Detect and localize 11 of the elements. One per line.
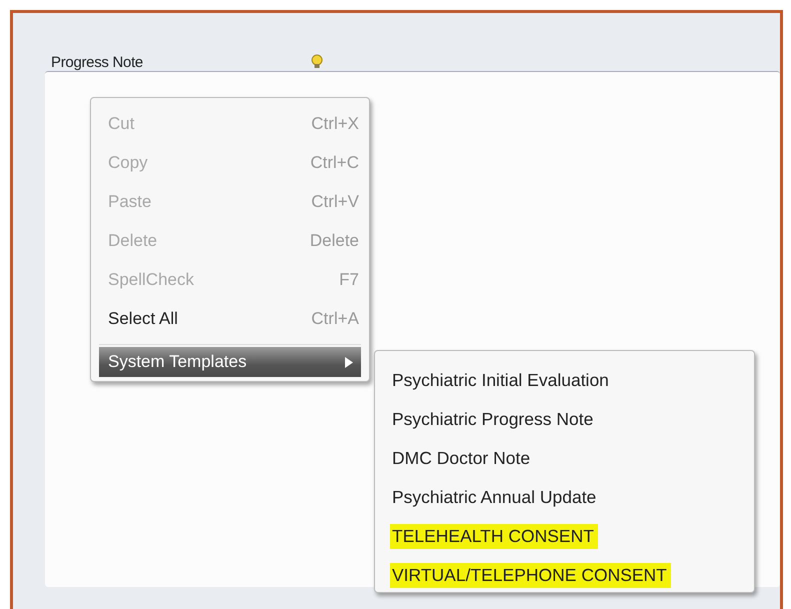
field-label: Progress Note xyxy=(51,54,143,71)
menu-item[interactable]: Psychiatric Annual Update xyxy=(390,485,600,510)
menu-item[interactable]: Select All Ctrl+A xyxy=(99,299,361,338)
menu-item[interactable]: Psychiatric Initial Evaluation xyxy=(390,368,613,393)
menu-item[interactable]: DMC Doctor Note xyxy=(390,446,534,471)
menu-item[interactable]: VIRTUAL/TELEPHONE CONSENT xyxy=(390,563,671,588)
submenu-item[interactable]: System Templates xyxy=(99,347,361,377)
submenu-arrow-icon xyxy=(345,356,353,368)
menu-item[interactable]: Psychiatric Progress Note xyxy=(390,407,598,432)
lightbulb-icon[interactable] xyxy=(310,54,323,70)
menu-item[interactable]: TELEHEALTH CONSENT xyxy=(390,524,598,549)
